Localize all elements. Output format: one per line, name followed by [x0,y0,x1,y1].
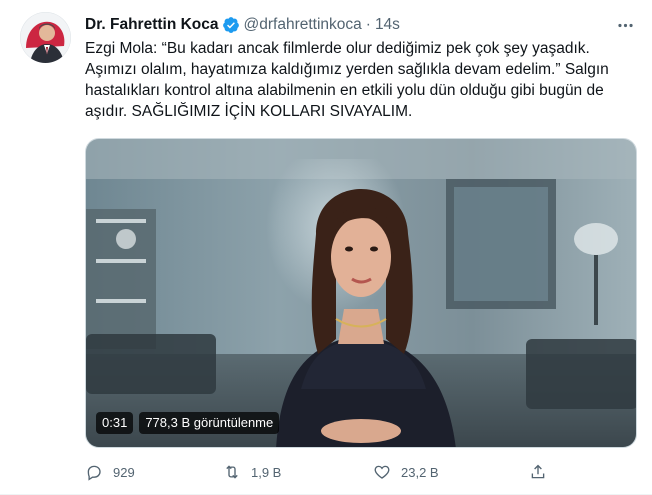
reply-icon [87,465,101,481]
like-icon [374,465,390,479]
tweet-timestamp[interactable]: 14s [375,16,400,34]
video-views: 778,3 B görüntülenme [139,412,280,434]
avatar[interactable] [20,12,71,63]
like-button[interactable]: 23,2 B [373,463,439,481]
tweet-header: Dr. Fahrettin Koca @drfahrettinkoca · 14… [85,14,400,36]
author-name[interactable]: Dr. Fahrettin Koca [85,16,219,34]
video-duration: 0:31 [96,412,134,434]
separator: · [365,16,371,33]
video-player[interactable] [85,138,637,448]
share-button[interactable] [529,463,547,481]
author-handle[interactable]: @drfahrettinkoca [244,16,362,34]
more-options-icon[interactable] [614,14,636,36]
share-icon [531,464,545,479]
tweet[interactable]: Dr. Fahrettin Koca @drfahrettinkoca · 14… [0,0,652,495]
retweet-count: 1,9 B [251,464,282,480]
verified-badge-icon [222,16,240,34]
retweet-button[interactable]: 1,9 B [223,463,281,481]
tweet-text: Ezgi Mola: “Bu kadarı ancak filmlerde ol… [85,40,609,120]
like-count: 23,2 B [401,464,439,480]
video-overlay: 0:31 778,3 B görüntülenme [96,412,280,434]
reply-count: 929 [113,464,135,480]
retweet-icon [226,465,238,479]
video-thumbnail [86,139,636,447]
tweet-actions: 929 1,9 B 23,2 B [85,460,555,484]
reply-button[interactable]: 929 [85,463,135,481]
